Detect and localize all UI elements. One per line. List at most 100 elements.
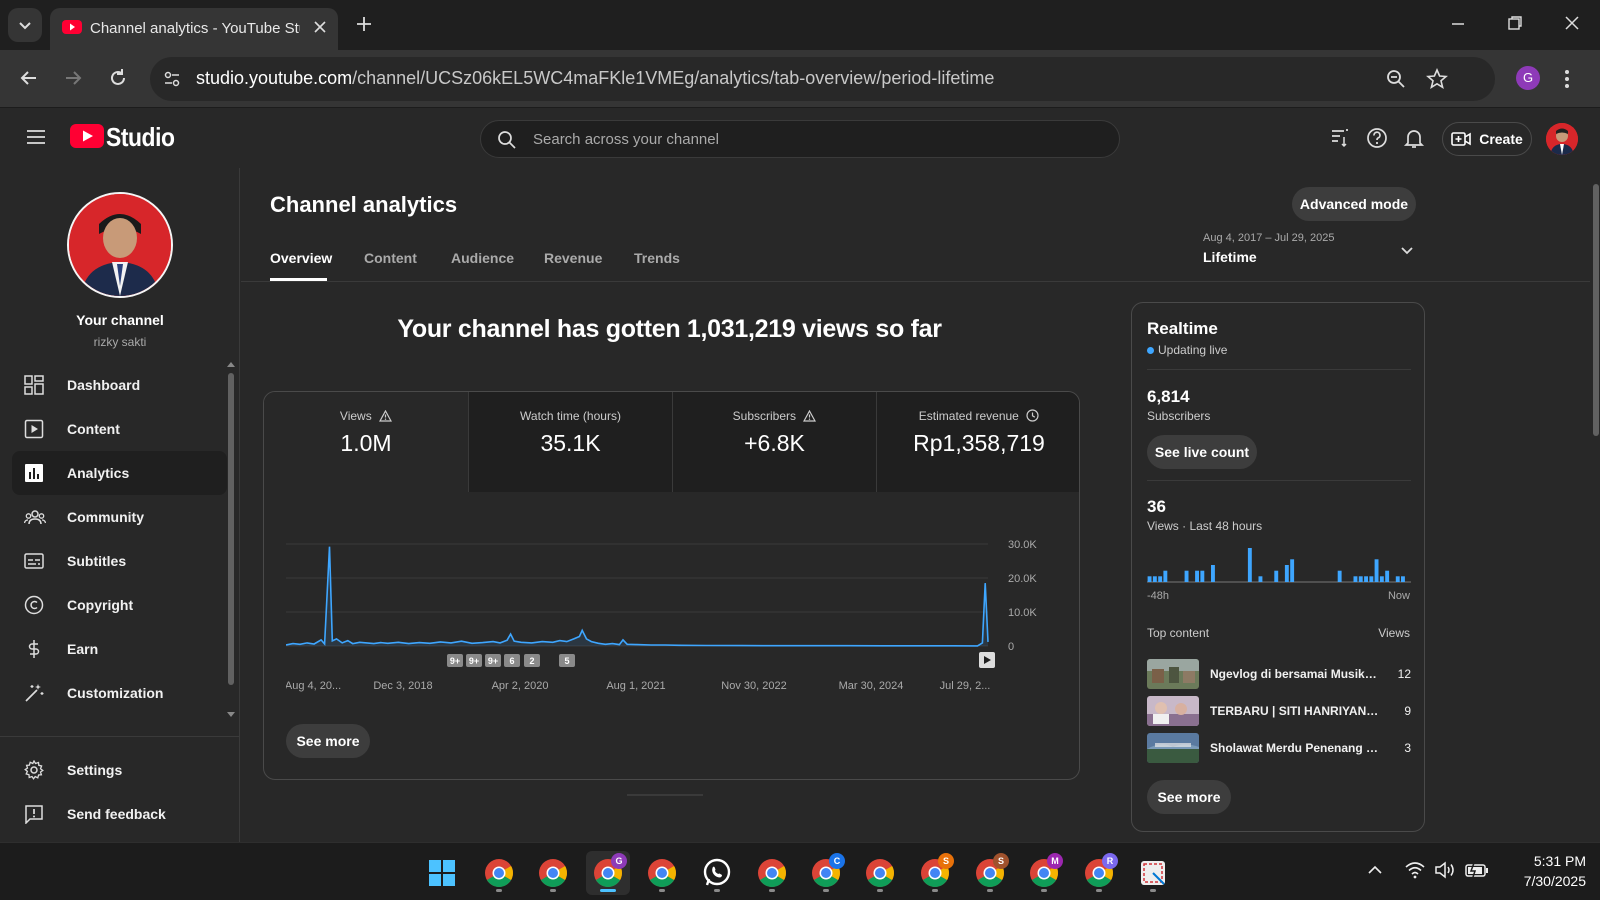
zoom-icon[interactable] (1386, 69, 1406, 89)
system-clock[interactable]: 5:31 PM 7/30/2025 (1496, 851, 1586, 891)
taskbar-whatsapp[interactable] (695, 851, 739, 895)
realtime-bar (1200, 570, 1205, 582)
channel-avatar[interactable] (67, 192, 173, 298)
taskbar-chrome-window[interactable] (531, 851, 575, 895)
see-more-button[interactable]: See more (286, 724, 370, 758)
account-avatar[interactable] (1546, 123, 1578, 155)
y-tick-label: 10.0K (1008, 607, 1037, 619)
realtime-views-count: 36 (1147, 497, 1166, 516)
advanced-mode-button[interactable]: Advanced mode (1292, 187, 1416, 221)
upload-marker[interactable]: 9+ (466, 654, 482, 667)
upload-marker-label: 9+ (450, 656, 460, 666)
video-views: 12 (1397, 667, 1411, 681)
browser-menu-icon[interactable] (1563, 68, 1571, 90)
scroll-up-arrow-icon[interactable] (227, 361, 235, 367)
create-button[interactable]: Create (1442, 122, 1532, 156)
menu-icon[interactable] (26, 128, 46, 146)
realtime-bar (1247, 548, 1252, 582)
sidebar-item-subtitles[interactable]: Subtitles (12, 539, 227, 583)
reload-icon[interactable] (107, 67, 129, 89)
upload-marker[interactable]: 9+ (485, 654, 501, 667)
taskbar-snipping-tool[interactable] (1131, 851, 1175, 895)
suggestions-icon[interactable] (1329, 127, 1351, 149)
channel-handle: rizky sakti (93, 335, 147, 349)
sidebar-item-dashboard[interactable]: Dashboard (12, 363, 227, 407)
sidebar-item-community[interactable]: Community (12, 495, 227, 539)
clock-time: 5:31 PM (1533, 853, 1586, 869)
page-scrollbar-thumb[interactable] (1593, 184, 1599, 436)
notifications-bell-icon[interactable] (1403, 127, 1425, 149)
bookmark-star-icon[interactable] (1426, 68, 1448, 90)
see-live-count-button[interactable]: See live count (1147, 435, 1257, 469)
upload-marker[interactable]: 9+ (447, 654, 463, 667)
tab-overview[interactable]: Overview (270, 250, 332, 266)
sidebar-item-send-feedback[interactable]: Send feedback (12, 792, 227, 836)
start-button[interactable] (420, 851, 464, 895)
window-close-icon[interactable] (1563, 14, 1581, 32)
site-info-icon[interactable] (162, 69, 182, 89)
tab-audience[interactable]: Audience (451, 250, 514, 266)
sidebar-item-content[interactable]: Content (12, 407, 227, 451)
address-bar[interactable]: studio.youtube.com/channel/UCSz06kEL5WC4… (150, 57, 1495, 101)
minimize-icon[interactable] (1449, 14, 1467, 32)
realtime-bar-chart[interactable] (1147, 541, 1411, 583)
upload-markers[interactable]: 9+ 9+ 9+ 6 2 5 (447, 654, 575, 667)
metric-estimated-revenue[interactable]: Estimated revenue Rp1,358,719 (876, 392, 1079, 492)
metric-watch-time[interactable]: Watch time (hours) 35.1K (468, 392, 672, 492)
tab-content[interactable]: Content (364, 250, 417, 266)
sidebar-item-settings[interactable]: Settings (12, 748, 227, 792)
scroll-down-arrow-icon[interactable] (227, 712, 235, 718)
taskbar-chrome-window[interactable]: S (968, 851, 1012, 895)
taskbar-chrome-window[interactable] (858, 851, 902, 895)
taskbar-chrome-window[interactable]: S (913, 851, 957, 895)
volume-icon[interactable] (1434, 861, 1456, 879)
realtime-subscriber-count: 6,814 (1147, 387, 1190, 406)
taskbar-chrome-window[interactable] (750, 851, 794, 895)
top-content-item[interactable]: Sholawat Merdu Penenang Jiwa 3 (1147, 733, 1411, 763)
tab-search-button[interactable] (8, 8, 42, 42)
page-scrollbar[interactable] (1590, 168, 1600, 842)
youtube-logo-icon[interactable] (70, 124, 104, 148)
upload-marker[interactable]: 6 (504, 654, 520, 667)
warning-icon (379, 410, 393, 422)
sidebar-item-copyright[interactable]: Copyright (12, 583, 227, 627)
taskbar-chrome-window[interactable]: M (1022, 851, 1066, 895)
sidebar-item-earn[interactable]: Earn (12, 627, 227, 671)
taskbar-chrome-window[interactable] (640, 851, 684, 895)
top-content-item[interactable]: TERBARU | SITI HANRIYANTI ... 9 (1147, 696, 1411, 726)
period-selector[interactable]: Aug 4, 2017 – Jul 29, 2025 Lifetime (1203, 232, 1413, 265)
content-icon (24, 419, 44, 439)
browser-profile-avatar[interactable]: G (1516, 66, 1540, 90)
upload-marker[interactable]: 2 (524, 654, 540, 667)
taskbar-chrome-window[interactable]: G (586, 851, 630, 895)
metric-views[interactable]: Views 1.0M (264, 392, 468, 492)
studio-logo-text[interactable]: Studio (106, 122, 175, 153)
upload-marker[interactable]: 5 (559, 654, 575, 667)
sidebar-item-analytics[interactable]: Analytics (12, 451, 227, 495)
views-line-chart[interactable]: 30.0K 20.0K 10.0K 0 Aug 4, 20... Dec 3, 2018… (286, 522, 1066, 702)
realtime-see-more-button[interactable]: See more (1147, 780, 1231, 814)
metric-subscribers[interactable]: Subscribers +6.8K (672, 392, 876, 492)
realtime-bar (1374, 559, 1379, 582)
play-timeline-button[interactable] (979, 652, 995, 668)
taskbar-chrome-window[interactable]: R (1077, 851, 1121, 895)
sidebar-item-customization[interactable]: Customization (12, 671, 227, 715)
chevron-up-icon[interactable] (1368, 865, 1382, 875)
back-icon[interactable] (18, 67, 40, 89)
tab-trends[interactable]: Trends (634, 250, 680, 266)
battery-charging-icon[interactable] (1465, 862, 1489, 878)
help-icon[interactable] (1366, 127, 1388, 149)
taskbar-chrome-window[interactable]: C (804, 851, 848, 895)
browser-tab[interactable]: Channel analytics - YouTube Studio (50, 8, 338, 50)
taskbar-chrome-window[interactable] (477, 851, 521, 895)
new-tab-icon[interactable] (354, 14, 374, 34)
top-content-item[interactable]: Ngevlog di bersamai Musik religi 12 (1147, 659, 1411, 689)
tab-revenue[interactable]: Revenue (544, 250, 602, 266)
sidebar-scrollbar[interactable] (228, 373, 234, 685)
restore-icon[interactable] (1506, 14, 1524, 32)
forward-icon[interactable] (62, 67, 84, 89)
close-icon[interactable] (312, 19, 328, 35)
taskbar-running-indicator (769, 889, 775, 892)
wifi-icon[interactable] (1405, 861, 1425, 879)
search-input[interactable]: Search across your channel (480, 120, 1120, 158)
